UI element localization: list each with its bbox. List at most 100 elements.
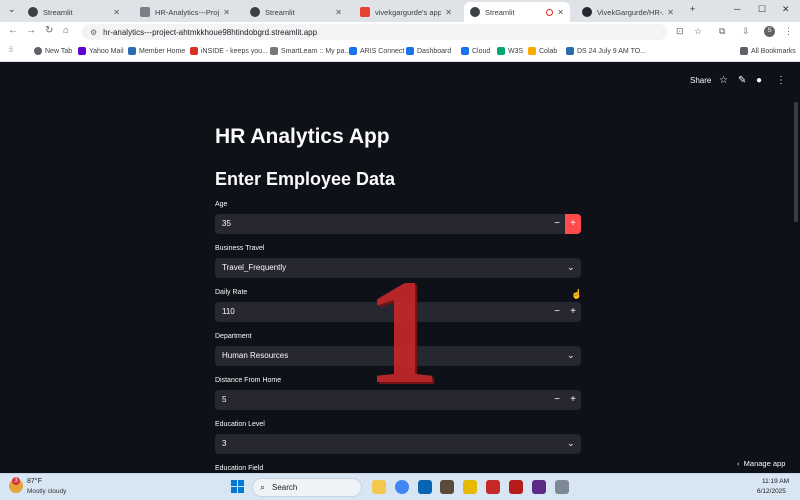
daily-rate-label: Daily Rate [215,289,248,296]
outlook-icon[interactable] [418,480,432,494]
distance-decrement-button[interactable]: − [549,390,565,410]
document-icon [140,7,150,17]
manage-app-label: Manage app [743,459,786,468]
close-icon[interactable]: ✕ [113,8,120,17]
chevron-down-icon: ⌄ [567,438,575,448]
daily-rate-decrement-button[interactable]: − [549,302,565,322]
acrobat-icon[interactable] [486,480,500,494]
bookmark-new-tab[interactable]: New Tab [34,47,72,55]
bookmark-label: Member Home [139,47,186,55]
distance-value[interactable]: 5 [222,395,226,404]
back-icon[interactable]: ← [8,25,18,36]
bookmark-dashboard[interactable]: Dashboard [406,47,451,55]
department-value: Human Resources [222,351,289,360]
age-value[interactable]: 35 [222,219,231,228]
address-bar[interactable]: ⚙ hr-analytics---project-ahtmkkhoue98hti… [82,24,667,40]
close-icon[interactable]: ✕ [223,8,230,17]
streamlit-app: Share ☆ ✎ ● ⋮ HR Analytics App Enter Emp… [0,62,800,473]
weather-temperature[interactable]: 87°F [27,478,42,485]
bookmark-label: New Tab [45,47,73,55]
taskbar-app-icon[interactable] [555,480,569,494]
extensions-icon[interactable]: ⧉ [719,26,725,37]
bookmark-cloud[interactable]: Cloud [461,47,490,55]
bookmark-label: SmartLearn :: My pa... [281,47,351,55]
share-button[interactable]: Share [690,76,711,85]
browser-tab[interactable]: vivekgargurde's apps · Sh ✕ [354,2,458,22]
browser-tab[interactable]: Streamlit ✕ [22,2,126,22]
daily-rate-increment-button[interactable]: + [565,302,581,322]
dashboard-icon [406,47,414,55]
windows-start-icon[interactable] [231,480,245,494]
github-icon[interactable]: ● [756,75,762,86]
streamlit-icon [28,7,38,17]
apps-icon[interactable]: ⁞⁞ [9,47,13,54]
age-number-input[interactable]: 35 − + [215,214,581,234]
search-label: Search [272,483,298,492]
downloads-icon[interactable]: ⇩ [742,26,750,37]
bookmark-star-icon[interactable]: ☆ [694,26,702,37]
all-bookmarks[interactable]: All Bookmarks [740,47,796,55]
teams-icon[interactable] [532,480,546,494]
app-icon[interactable] [440,480,454,494]
bookmark-w3s[interactable]: W3S [497,47,523,55]
clock-time[interactable]: 11:19 AM [762,478,789,485]
lock-app-icon[interactable] [463,480,477,494]
folder-icon [740,47,748,55]
new-tab-icon[interactable]: + [690,4,695,14]
bookmark-aris-connect[interactable]: ARIS Connect [349,47,404,55]
close-icon[interactable]: ✕ [445,8,452,17]
browser-tab[interactable]: HR-Analytics---Project - H ✕ [134,2,236,22]
bookmark-yahoo-mail[interactable]: Yahoo Mail [78,47,124,55]
cloud-icon [461,47,469,55]
weather-description[interactable]: Mostly cloudy [27,488,66,495]
education-field-label: Education Field [215,465,264,472]
distance-increment-button[interactable]: + [565,390,581,410]
browser-tab[interactable]: Streamlit ✕ [244,2,348,22]
more-icon[interactable]: ⋮ [776,75,786,86]
window-close-icon[interactable]: ✕ [782,4,790,15]
forward-icon[interactable]: → [26,25,36,36]
bookmark-member-home[interactable]: Member Home [128,47,185,55]
star-icon[interactable]: ☆ [719,75,728,86]
browser-toolbar: ← → ↻ ⌂ ⚙ hr-analytics---project-ahtmkkh… [0,22,800,42]
age-increment-button[interactable]: + [565,214,581,234]
home-icon[interactable]: ⌂ [63,25,69,36]
profile-avatar[interactable]: S [764,26,775,37]
taskbar-search[interactable]: ⌕ Search [252,478,362,497]
close-icon[interactable]: ✕ [667,8,674,17]
close-icon[interactable]: ✕ [557,8,564,17]
manage-app-button[interactable]: ‹ Manage app [737,459,785,468]
bookmark-smartlearn[interactable]: SmartLearn :: My pa... [270,47,350,55]
education-level-select[interactable]: 3 ⌄ [215,434,581,454]
chevron-down-icon: ⌄ [567,262,575,272]
age-decrement-button[interactable]: − [549,214,565,234]
minimize-icon[interactable]: ─ [734,4,740,14]
clock-date[interactable]: 6/12/2025 [757,488,786,495]
tab-title: Streamlit [485,7,515,17]
install-app-icon[interactable]: ⊡ [676,26,684,37]
browser-tab[interactable]: VivekGargurde/HR-Analy ✕ [576,2,680,22]
all-bookmarks-label: All Bookmarks [751,47,796,55]
ds-icon [566,47,574,55]
tab-search-icon[interactable]: ⌄ [8,4,16,15]
bookmark-colab[interactable]: Colab [528,47,557,55]
overlay-number: 1 [365,249,440,415]
bookmark-label: ARIS Connect [360,47,405,55]
streamlit-icon [470,7,480,17]
maximize-icon[interactable]: ☐ [758,4,766,15]
close-icon[interactable]: ✕ [335,8,342,17]
daily-rate-value[interactable]: 110 [222,307,235,316]
edit-icon[interactable]: ✎ [738,75,746,86]
reload-icon[interactable]: ↻ [45,25,53,36]
scrollbar[interactable] [794,102,798,222]
file-explorer-icon[interactable] [372,480,386,494]
age-label: Age [215,201,228,208]
bookmark-ds[interactable]: DS 24 July 9 AM TO... [566,47,646,55]
access-icon[interactable] [509,480,523,494]
tab-title: Streamlit [265,7,295,17]
browser-tab-active[interactable]: Streamlit ✕ [464,2,570,22]
bookmark-inside[interactable]: iNSIDE - keeps you... [190,47,268,55]
site-info-icon[interactable]: ⚙ [90,28,97,37]
chrome-icon[interactable] [395,480,409,494]
menu-icon[interactable]: ⋮ [784,26,793,37]
